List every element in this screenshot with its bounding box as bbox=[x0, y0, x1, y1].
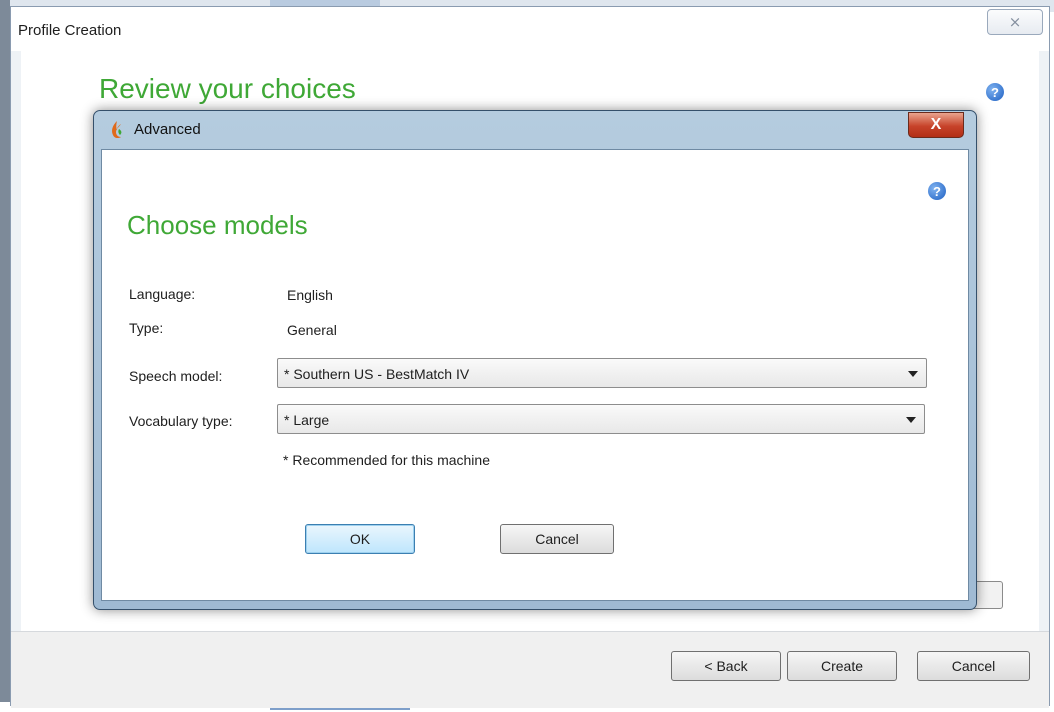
vocabulary-type-select[interactable]: * Large bbox=[277, 404, 925, 434]
speech-model-label: Speech model: bbox=[129, 368, 223, 384]
outer-title-bar: Profile Creation ⨯ bbox=[11, 7, 1049, 51]
type-value: General bbox=[287, 322, 337, 338]
advanced-dialog: Advanced X ? Choose models Language: Eng… bbox=[93, 110, 977, 610]
speech-model-select[interactable]: * Southern US - BestMatch IV bbox=[277, 358, 927, 388]
speech-model-value: * Southern US - BestMatch IV bbox=[284, 366, 470, 382]
dialog-title: Advanced bbox=[134, 121, 201, 138]
desktop-left-edge bbox=[0, 0, 10, 712]
close-icon: X bbox=[930, 116, 942, 133]
vocabulary-type-label: Vocabulary type: bbox=[129, 413, 233, 429]
outer-window-title: Profile Creation bbox=[18, 22, 122, 39]
help-icon[interactable]: ? bbox=[986, 83, 1004, 101]
review-heading: Review your choices bbox=[99, 73, 356, 104]
chevron-down-icon bbox=[908, 371, 918, 377]
create-button[interactable]: Create bbox=[787, 651, 897, 681]
language-label: Language: bbox=[129, 286, 196, 302]
help-glyph: ? bbox=[991, 84, 999, 100]
outer-frame-left bbox=[11, 51, 21, 631]
chevron-down-icon bbox=[906, 417, 916, 423]
outer-close-button[interactable]: ⨯ bbox=[987, 9, 1043, 35]
dialog-body: ? Choose models Language: English Type: … bbox=[101, 149, 969, 601]
type-label: Type: bbox=[129, 320, 164, 336]
close-icon: ⨯ bbox=[1008, 14, 1022, 31]
outer-cancel-button[interactable]: Cancel bbox=[917, 651, 1030, 681]
help-glyph: ? bbox=[933, 183, 941, 199]
dialog-cancel-button[interactable]: Cancel bbox=[500, 524, 614, 554]
dialog-close-button[interactable]: X bbox=[908, 112, 964, 138]
help-icon[interactable]: ? bbox=[928, 182, 946, 200]
dialog-title-bar: Advanced X bbox=[94, 111, 976, 149]
choose-models-heading: Choose models bbox=[127, 210, 308, 240]
dragon-flame-icon bbox=[112, 121, 122, 139]
language-value: English bbox=[287, 287, 333, 303]
vocabulary-type-value: * Large bbox=[284, 412, 330, 428]
recommended-note: * Recommended for this machine bbox=[283, 452, 490, 468]
ok-button[interactable]: OK bbox=[305, 524, 415, 554]
back-button[interactable]: < Back bbox=[671, 651, 781, 681]
outer-frame-right bbox=[1039, 51, 1049, 631]
